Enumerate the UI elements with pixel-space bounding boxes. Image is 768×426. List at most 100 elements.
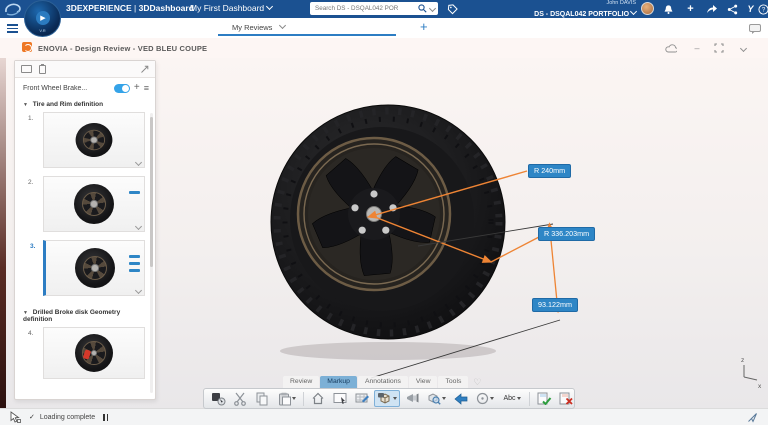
slide-number: 2. bbox=[28, 179, 33, 186]
wheel-3d-model[interactable]: × z x bbox=[156, 58, 768, 408]
global-search[interactable] bbox=[310, 2, 438, 15]
home-view-button[interactable] bbox=[308, 390, 328, 407]
text-tool-label: Abc bbox=[503, 395, 515, 402]
window-edge bbox=[0, 58, 6, 408]
zoom-dropdown-caret[interactable] bbox=[442, 397, 446, 400]
tenant-name: DS - DSQAL042 PORTFOLIO bbox=[534, 11, 629, 18]
screen: 3DEXPERIENCE | 3DDashboard My First Dash… bbox=[0, 0, 768, 426]
cut-button[interactable] bbox=[230, 390, 250, 407]
ribbon-tab-tools[interactable]: Tools bbox=[438, 376, 468, 388]
cursor-mode-icon[interactable] bbox=[10, 411, 21, 423]
pointer-play-icon[interactable] bbox=[747, 412, 758, 423]
slide-card-2[interactable]: 2. bbox=[43, 176, 145, 232]
brand-app[interactable]: 3DDashboard bbox=[139, 3, 194, 13]
slide-number: 3. bbox=[30, 243, 35, 250]
markup-grid-tool-button[interactable] bbox=[352, 390, 372, 407]
section-brake-disk[interactable]: ▼ Drilled Broke disk Geometry definition bbox=[15, 304, 155, 327]
dashboard-switcher[interactable]: My First Dashboard bbox=[190, 3, 272, 13]
measurement-chip-r240[interactable]: R 240mm bbox=[528, 164, 571, 178]
slide-chevron-icon[interactable] bbox=[135, 159, 142, 166]
circle-dropdown-caret[interactable] bbox=[490, 397, 494, 400]
tab-label: My Reviews bbox=[232, 23, 272, 32]
publish-markup-button[interactable] bbox=[402, 390, 422, 407]
compass-play-icon[interactable]: ▶ bbox=[36, 11, 50, 25]
review-toggle[interactable] bbox=[114, 84, 130, 93]
toolbar-separator bbox=[303, 392, 304, 406]
back-button[interactable] bbox=[451, 390, 471, 407]
share-nodes-icon[interactable] bbox=[726, 3, 739, 15]
slides-panel: Front Wheel Brake... + ≡ ▼ Tire and Rim … bbox=[14, 60, 156, 400]
pause-loading-icon[interactable] bbox=[103, 414, 108, 421]
favorites-heart-icon[interactable]: ♡ bbox=[473, 377, 481, 388]
measurement-chip-r336[interactable]: R 336.203mm bbox=[538, 227, 595, 241]
ribbon-tab-bar: Review Markup Annotations View Tools ♡ bbox=[283, 374, 481, 388]
review-title-row: Front Wheel Brake... + ≡ bbox=[15, 78, 155, 96]
ribbon-tab-review[interactable]: Review bbox=[283, 376, 319, 388]
search-scope-chevron-icon[interactable] bbox=[429, 5, 436, 12]
toolbar-separator bbox=[529, 392, 530, 406]
section-tire-rim[interactable]: ▼ Tire and Rim definition bbox=[15, 96, 155, 112]
app-header: ENOVIA - Design Review - VED BLEU COUPE … bbox=[0, 38, 768, 58]
topbar: 3DEXPERIENCE | 3DDashboard My First Dash… bbox=[0, 0, 768, 18]
status-message: Loading complete bbox=[40, 414, 95, 421]
circle-annotation-button[interactable] bbox=[473, 390, 497, 407]
text-annotation-button[interactable]: Abc bbox=[499, 390, 525, 407]
copy-button[interactable] bbox=[252, 390, 272, 407]
tab-chevron-icon[interactable] bbox=[278, 22, 285, 29]
tag-icon[interactable] bbox=[446, 3, 459, 15]
text-dropdown-caret[interactable] bbox=[517, 397, 521, 400]
slide-card-4[interactable]: 4. bbox=[43, 327, 145, 379]
layout-icon[interactable] bbox=[21, 65, 32, 73]
delete-markup-button[interactable] bbox=[556, 390, 576, 407]
slide-card-3-selected[interactable]: 3. bbox=[43, 240, 145, 296]
paste-dropdown-caret[interactable] bbox=[292, 397, 296, 400]
avatar[interactable] bbox=[641, 2, 654, 15]
hamburger-menu-icon[interactable] bbox=[7, 24, 18, 35]
axis-triad bbox=[744, 365, 757, 380]
feedback-comment-icon[interactable] bbox=[749, 24, 761, 34]
screenshot-tool-button[interactable] bbox=[330, 390, 350, 407]
capture-3d-view-button[interactable] bbox=[374, 390, 400, 407]
panel-menu-icon[interactable]: ≡ bbox=[144, 84, 149, 93]
panel-scrollbar[interactable] bbox=[150, 113, 153, 393]
slide-chevron-icon[interactable] bbox=[135, 287, 142, 294]
cloud-icon bbox=[664, 42, 678, 54]
help-icon[interactable]: ? bbox=[757, 3, 768, 15]
zoom-3d-tool-button[interactable] bbox=[424, 390, 449, 407]
slide-card-1[interactable]: 1. bbox=[43, 112, 145, 168]
share-icon[interactable] bbox=[705, 3, 718, 15]
search-input[interactable] bbox=[313, 4, 418, 13]
wheel-shadow bbox=[280, 342, 496, 360]
fullscreen-icon[interactable] bbox=[712, 42, 726, 54]
select-tool-button[interactable] bbox=[208, 390, 228, 407]
axis-z-label: z bbox=[741, 357, 744, 364]
ribbon-tab-markup[interactable]: Markup bbox=[320, 376, 357, 388]
collapse-chevron-icon[interactable] bbox=[736, 42, 750, 54]
search-icon[interactable] bbox=[418, 4, 427, 13]
add-slide-icon[interactable]: + bbox=[134, 83, 140, 93]
minimize-icon[interactable]: – bbox=[690, 42, 704, 54]
chevron-down-icon bbox=[630, 7, 637, 14]
add-tab-button[interactable]: + bbox=[420, 19, 428, 34]
add-content-icon[interactable]: + bbox=[684, 3, 697, 15]
ribbon-tab-annotations[interactable]: Annotations bbox=[358, 376, 408, 388]
3dswym-icon[interactable]: Y bbox=[744, 3, 757, 15]
tab-my-reviews[interactable]: My Reviews bbox=[232, 23, 285, 32]
ribbon-tab-view[interactable]: View bbox=[409, 376, 438, 388]
3dcompass-logo[interactable]: ▶ V.R bbox=[24, 0, 61, 37]
user-menu[interactable]: John DAVIS DS - DSQAL042 PORTFOLIO bbox=[470, 1, 636, 18]
thumbnail-measurement-chips bbox=[129, 187, 140, 198]
notifications-icon[interactable] bbox=[662, 3, 675, 15]
wheel-thumbnail bbox=[74, 184, 114, 224]
clipboard-icon[interactable] bbox=[39, 65, 46, 74]
check-icon: ✓ bbox=[29, 413, 35, 421]
measurement-chip-93[interactable]: 93.122mm bbox=[532, 298, 578, 312]
slide-chevron-icon[interactable] bbox=[135, 223, 142, 230]
user-name: John DAVIS bbox=[470, 1, 636, 7]
paste-button[interactable] bbox=[274, 390, 299, 407]
capture-dropdown-caret[interactable] bbox=[393, 397, 397, 400]
section-collapse-icon[interactable]: ▼ bbox=[23, 102, 28, 108]
validate-markup-button[interactable] bbox=[534, 390, 554, 407]
3d-viewport[interactable]: × z x R 240mm R 336.203mm 93.122mm bbox=[156, 58, 768, 408]
expand-panel-icon[interactable] bbox=[140, 65, 149, 74]
